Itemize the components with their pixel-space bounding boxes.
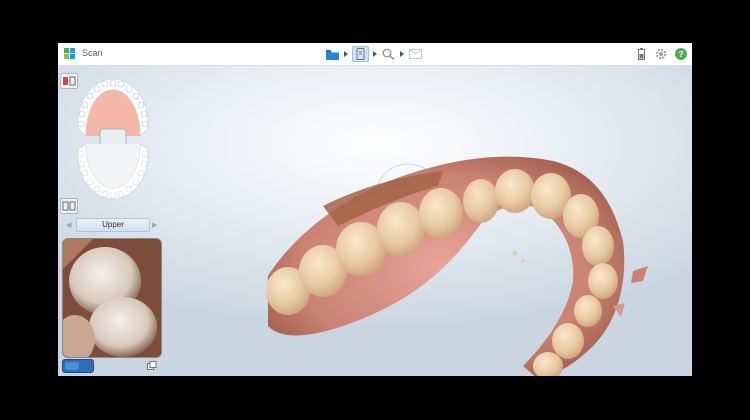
step-arrow-icon (344, 51, 348, 57)
toggle-knob (65, 362, 79, 370)
app-logo-icon (64, 48, 75, 59)
dental-scan-model[interactable] (253, 141, 692, 376)
step-send[interactable] (408, 47, 423, 61)
lower-arch-toggle[interactable] (60, 198, 78, 214)
gear-icon (655, 48, 667, 60)
send-icon (409, 49, 422, 59)
step-scan[interactable] (352, 46, 369, 62)
battery-button[interactable] (634, 47, 648, 61)
battery-icon (637, 48, 645, 60)
arch-selector-label: Upper (102, 220, 124, 229)
arch-selector[interactable]: Upper (76, 218, 150, 232)
step-arrow-icon (373, 51, 377, 57)
title-bar-actions: ? (634, 47, 688, 61)
scanner-window: Scan ? ◀ Upper ▶ (58, 43, 692, 376)
step-folder[interactable] (325, 47, 340, 61)
lower-arch-icon (62, 201, 76, 211)
help-icon: ? (675, 48, 687, 60)
tooth-arch-map[interactable] (68, 74, 158, 204)
view-mode-toggle[interactable] (62, 359, 94, 373)
step-arrow-icon (400, 51, 404, 57)
app-title: Scan (82, 48, 103, 58)
settings-button[interactable] (654, 47, 668, 61)
prev-arch-icon[interactable]: ◀ (66, 221, 71, 229)
camera-feed-image (63, 239, 161, 357)
copy-icon[interactable] (147, 361, 157, 371)
live-camera-view (62, 238, 162, 358)
zoom-review-icon (382, 48, 395, 60)
scan-tooth-icon (356, 48, 365, 60)
next-arch-icon[interactable]: ▶ (152, 221, 157, 229)
step-review[interactable] (381, 47, 396, 61)
workflow-steps (325, 46, 423, 62)
left-panel: ◀ Upper ▶ (58, 66, 164, 376)
help-button[interactable]: ? (674, 47, 688, 61)
svg-text:?: ? (679, 50, 684, 59)
title-bar: Scan ? (58, 43, 692, 66)
folder-icon (326, 49, 339, 60)
